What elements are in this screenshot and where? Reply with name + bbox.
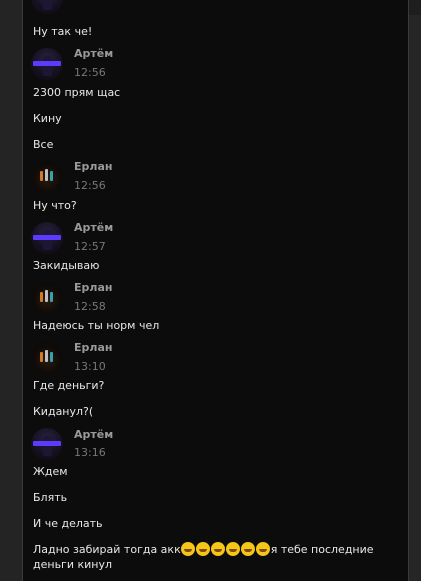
- message-text: Ладно забирай тогда акк я тебе последние …: [33, 542, 403, 572]
- author-name[interactable]: Артём: [74, 428, 113, 441]
- avatar[interactable]: [31, 48, 63, 80]
- author-name[interactable]: Ерлан: [74, 160, 112, 173]
- avatar[interactable]: [31, 282, 63, 314]
- crying-face-icon: [225, 542, 240, 556]
- timestamp: 13:10: [74, 360, 106, 373]
- message-text-start: Ладно забирай тогда акк: [33, 543, 181, 556]
- timestamp: 12:58: [74, 300, 106, 313]
- message-text: Кину: [33, 112, 62, 125]
- emoji-group: [180, 542, 271, 556]
- message-text: Киданул?(: [33, 405, 94, 418]
- author-name[interactable]: Артём: [74, 221, 113, 234]
- message-text: Где деньги?: [33, 379, 105, 392]
- timestamp: 13:16: [74, 446, 106, 459]
- crying-face-icon: [210, 542, 225, 556]
- crying-face-icon: [195, 542, 210, 556]
- timestamp: 12:56: [74, 179, 106, 192]
- author-name[interactable]: Ерлан: [74, 341, 112, 354]
- avatar[interactable]: [31, 342, 63, 374]
- crying-face-icon: [180, 542, 195, 556]
- author-name[interactable]: Ерлан: [74, 281, 112, 294]
- timestamp: 12:56: [74, 66, 106, 79]
- message-text: Блять: [33, 491, 68, 504]
- message-text: Закидываю: [33, 259, 100, 272]
- author-name[interactable]: Артём: [74, 47, 113, 60]
- scrollbar-track[interactable]: [408, 15, 421, 581]
- message-text: Ну так че!: [33, 25, 93, 38]
- avatar[interactable]: [31, 161, 63, 193]
- message-text: Ждем: [33, 465, 68, 478]
- message-text: Надеюсь ты норм чел: [33, 319, 160, 332]
- avatar[interactable]: [31, 428, 63, 460]
- window-top-strip: [408, 0, 421, 15]
- message-text: И че делать: [33, 517, 103, 530]
- message-text: Ну что?: [33, 199, 77, 212]
- message-text: Все: [33, 138, 54, 151]
- crying-face-icon: [255, 542, 270, 556]
- crying-face-icon: [240, 542, 255, 556]
- timestamp: 12:57: [74, 240, 106, 253]
- chat-messages: Ну так че! Артём 12:56 2300 прям щас Кин…: [22, 0, 409, 581]
- avatar[interactable]: [31, 222, 63, 254]
- avatar[interactable]: [31, 0, 63, 14]
- message-text: 2300 прям щас: [33, 86, 121, 99]
